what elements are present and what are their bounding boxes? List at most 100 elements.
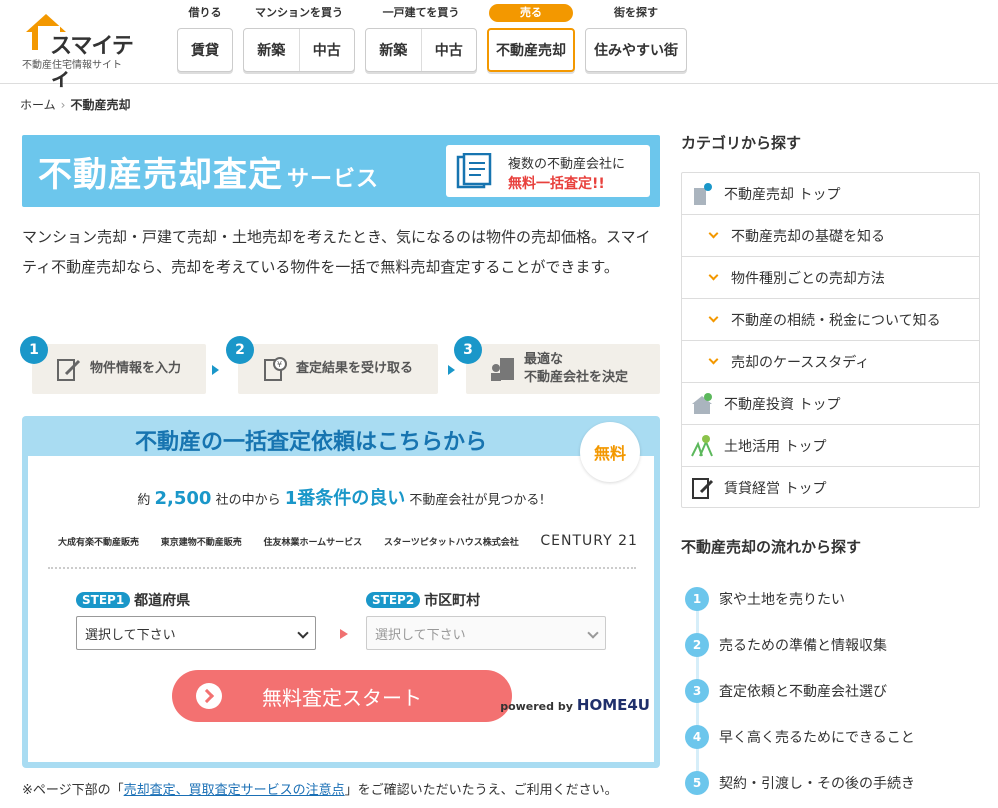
- step-label: 査定結果を受け取る: [296, 361, 414, 376]
- tagline-post: 不動産会社が見つかる!: [409, 493, 545, 508]
- nav-group-sell: 売る 不動産売却: [487, 4, 575, 72]
- tagline-count: 2,500: [154, 488, 212, 509]
- flow-label: 査定依頼と不動産会社選び: [719, 684, 887, 700]
- step-label: 物件情報を入力: [90, 361, 182, 376]
- arrow-circle-icon: [196, 683, 222, 709]
- step-label-line2: 不動産会社を決定: [524, 370, 629, 385]
- partner-logo: 大成有楽不動産販売: [58, 537, 140, 548]
- prefecture-select[interactable]: 選択して下さい: [76, 616, 316, 650]
- flow-number: 2: [685, 633, 709, 657]
- notice-link[interactable]: 売却査定、買取査定サービスの注意点: [124, 783, 345, 798]
- divider: [48, 567, 636, 569]
- nav-sell-button[interactable]: 不動産売却: [489, 30, 573, 70]
- company-building-icon: [491, 358, 514, 381]
- flow-number: 5: [685, 771, 709, 795]
- category-label: 賃貸経営 トップ: [724, 481, 827, 497]
- start-appraisal-button[interactable]: 無料査定スタート: [172, 670, 512, 722]
- field-arrow-icon: [340, 629, 348, 639]
- breadcrumb: ホーム › 不動産売却: [20, 96, 130, 113]
- nav-mansion-used-button[interactable]: 中古: [300, 29, 355, 71]
- nav-house-used-button[interactable]: 中古: [422, 29, 477, 71]
- flow-number: 4: [685, 725, 709, 749]
- building-icon: [694, 182, 712, 205]
- start-button-label: 無料査定スタート: [262, 685, 422, 710]
- nav-caption: マンションを買う: [255, 6, 343, 19]
- category-sub-item[interactable]: 不動産売却の基礎を知る: [682, 215, 979, 257]
- nav-caption: 街を探す: [614, 6, 658, 19]
- flow-item[interactable]: 4 早く高く売るためにできること: [681, 714, 980, 760]
- flow-item[interactable]: 3 査定依頼と不動産会社選び: [681, 668, 980, 714]
- flow-number: 1: [685, 587, 709, 611]
- document-yen-icon: [456, 153, 492, 189]
- breadcrumb-home-link[interactable]: ホーム: [20, 98, 56, 112]
- category-label: 売却のケーススタディ: [731, 354, 870, 371]
- category-sub-item[interactable]: 売却のケーススタディ: [682, 341, 979, 383]
- category-label: 不動産売却 トップ: [724, 186, 841, 203]
- nav-group-house: 一戸建てを買う 新築 中古: [365, 4, 477, 72]
- step-label: 最適な 不動産会社を決定: [524, 351, 628, 387]
- intro-text: マンション売却・戸建て売却・土地売却を考えたとき、気になるのは物件の売却価格。ス…: [22, 228, 651, 276]
- form-title: 不動産の一括査定依頼はこちらから: [134, 430, 487, 455]
- step1-tag: STEP1: [76, 592, 131, 608]
- chevron-down-icon: [708, 354, 719, 365]
- banner-box-line2: 無料一括査定!!: [508, 176, 605, 192]
- flow-label: 売るための準備と情報収集: [719, 638, 887, 654]
- svg-text:¥: ¥: [277, 360, 282, 369]
- home4u-logo: HOME4U: [576, 696, 650, 714]
- category-label: 不動産の相続・税金について知る: [731, 312, 941, 329]
- step-label-line1: 最適な: [524, 352, 564, 367]
- partner-logo: スターツピタットハウス株式会社: [383, 537, 519, 548]
- category-label: 土地活用 トップ: [724, 438, 827, 455]
- banner-title-suffix: サービス: [287, 167, 380, 192]
- flow-label: 家や土地を売りたい: [719, 592, 845, 608]
- prefecture-select-value: 選択して下さい: [85, 627, 176, 643]
- form-tagline: 約 2,500 社の中から 1番条件の良い 不動産会社が見つかる!: [22, 484, 660, 510]
- step-1: 1 物件情報を入力: [20, 336, 206, 394]
- note-pre: ※ページ下部の「: [22, 783, 124, 798]
- powered-by-text: powered by: [500, 700, 573, 713]
- document-icon: [692, 478, 714, 499]
- logo-subtitle: 不動産住宅情報サイト: [22, 60, 122, 71]
- step2-label: 市区町村: [424, 593, 481, 609]
- flow-label: 契約・引渡し・その後の手続き: [719, 776, 915, 792]
- tagline-pre: 約: [137, 493, 151, 508]
- partner-logo: 東京建物不動産販売: [160, 537, 242, 548]
- step-number: 3: [454, 336, 482, 364]
- tagline-mid: 社の中から: [215, 493, 281, 508]
- category-heading: カテゴリから探す: [681, 134, 802, 152]
- category-item-sell[interactable]: 不動産売却 トップ: [682, 173, 979, 215]
- category-item-land[interactable]: 土地活用 トップ: [682, 425, 979, 467]
- step-3: 3 最適な 不動産会社を決定: [454, 336, 660, 394]
- flow-item[interactable]: 5 契約・引渡し・その後の手続き: [681, 760, 980, 806]
- nav-rent-button[interactable]: 賃貸: [178, 29, 232, 71]
- city-select[interactable]: 選択して下さい: [366, 616, 606, 650]
- house-icon: [692, 392, 712, 414]
- site-logo[interactable]: スマイティ 不動産住宅情報サイト: [20, 12, 150, 91]
- partner-logos: 大成有楽不動産販売 東京建物不動産販売 住友林業ホームサービス スターツピタット…: [58, 526, 638, 556]
- chevron-down-icon: [708, 228, 719, 239]
- flow-list: 1 家や土地を売りたい 2 売るための準備と情報収集 3 査定依頼と不動産会社選…: [681, 576, 980, 806]
- breadcrumb-current: 不動産売却: [70, 98, 131, 112]
- hero-banner: 不動産売却査定 サービス 複数の不動産会社に 無料一括査定!!: [22, 135, 660, 207]
- nav-mansion-new-button[interactable]: 新築: [244, 29, 300, 71]
- category-item-rental[interactable]: 賃貸経営 トップ: [682, 467, 979, 509]
- flow-item[interactable]: 2 売るための準備と情報収集: [681, 622, 980, 668]
- pencil-form-icon: [57, 359, 81, 381]
- nav-house-new-button[interactable]: 新築: [366, 29, 422, 71]
- step-2: 2 ¥ 査定結果を受け取る: [226, 336, 438, 394]
- land-icon: [691, 434, 713, 456]
- step2-tag: STEP2: [366, 592, 421, 608]
- nav-town-button[interactable]: 住みやすい街: [586, 29, 686, 71]
- chevron-down-icon: [297, 627, 309, 639]
- step-number: 2: [226, 336, 254, 364]
- banner-title: 不動産売却査定 サービス: [38, 147, 379, 196]
- step-number: 1: [20, 336, 48, 364]
- category-item-invest[interactable]: 不動産投資 トップ: [682, 383, 979, 425]
- appraisal-form-panel: 不動産の一括査定依頼はこちらから 無料 約 2,500 社の中から 1番条件の良…: [22, 416, 660, 768]
- category-sub-item[interactable]: 不動産の相続・税金について知る: [682, 299, 979, 341]
- category-sub-item[interactable]: 物件種別ごとの売却方法: [682, 257, 979, 299]
- banner-box-line1: 複数の不動産会社に: [508, 157, 626, 172]
- flow-item[interactable]: 1 家や土地を売りたい: [681, 576, 980, 622]
- step1-label: 都道府県: [134, 593, 191, 609]
- chevron-down-icon: [708, 312, 719, 323]
